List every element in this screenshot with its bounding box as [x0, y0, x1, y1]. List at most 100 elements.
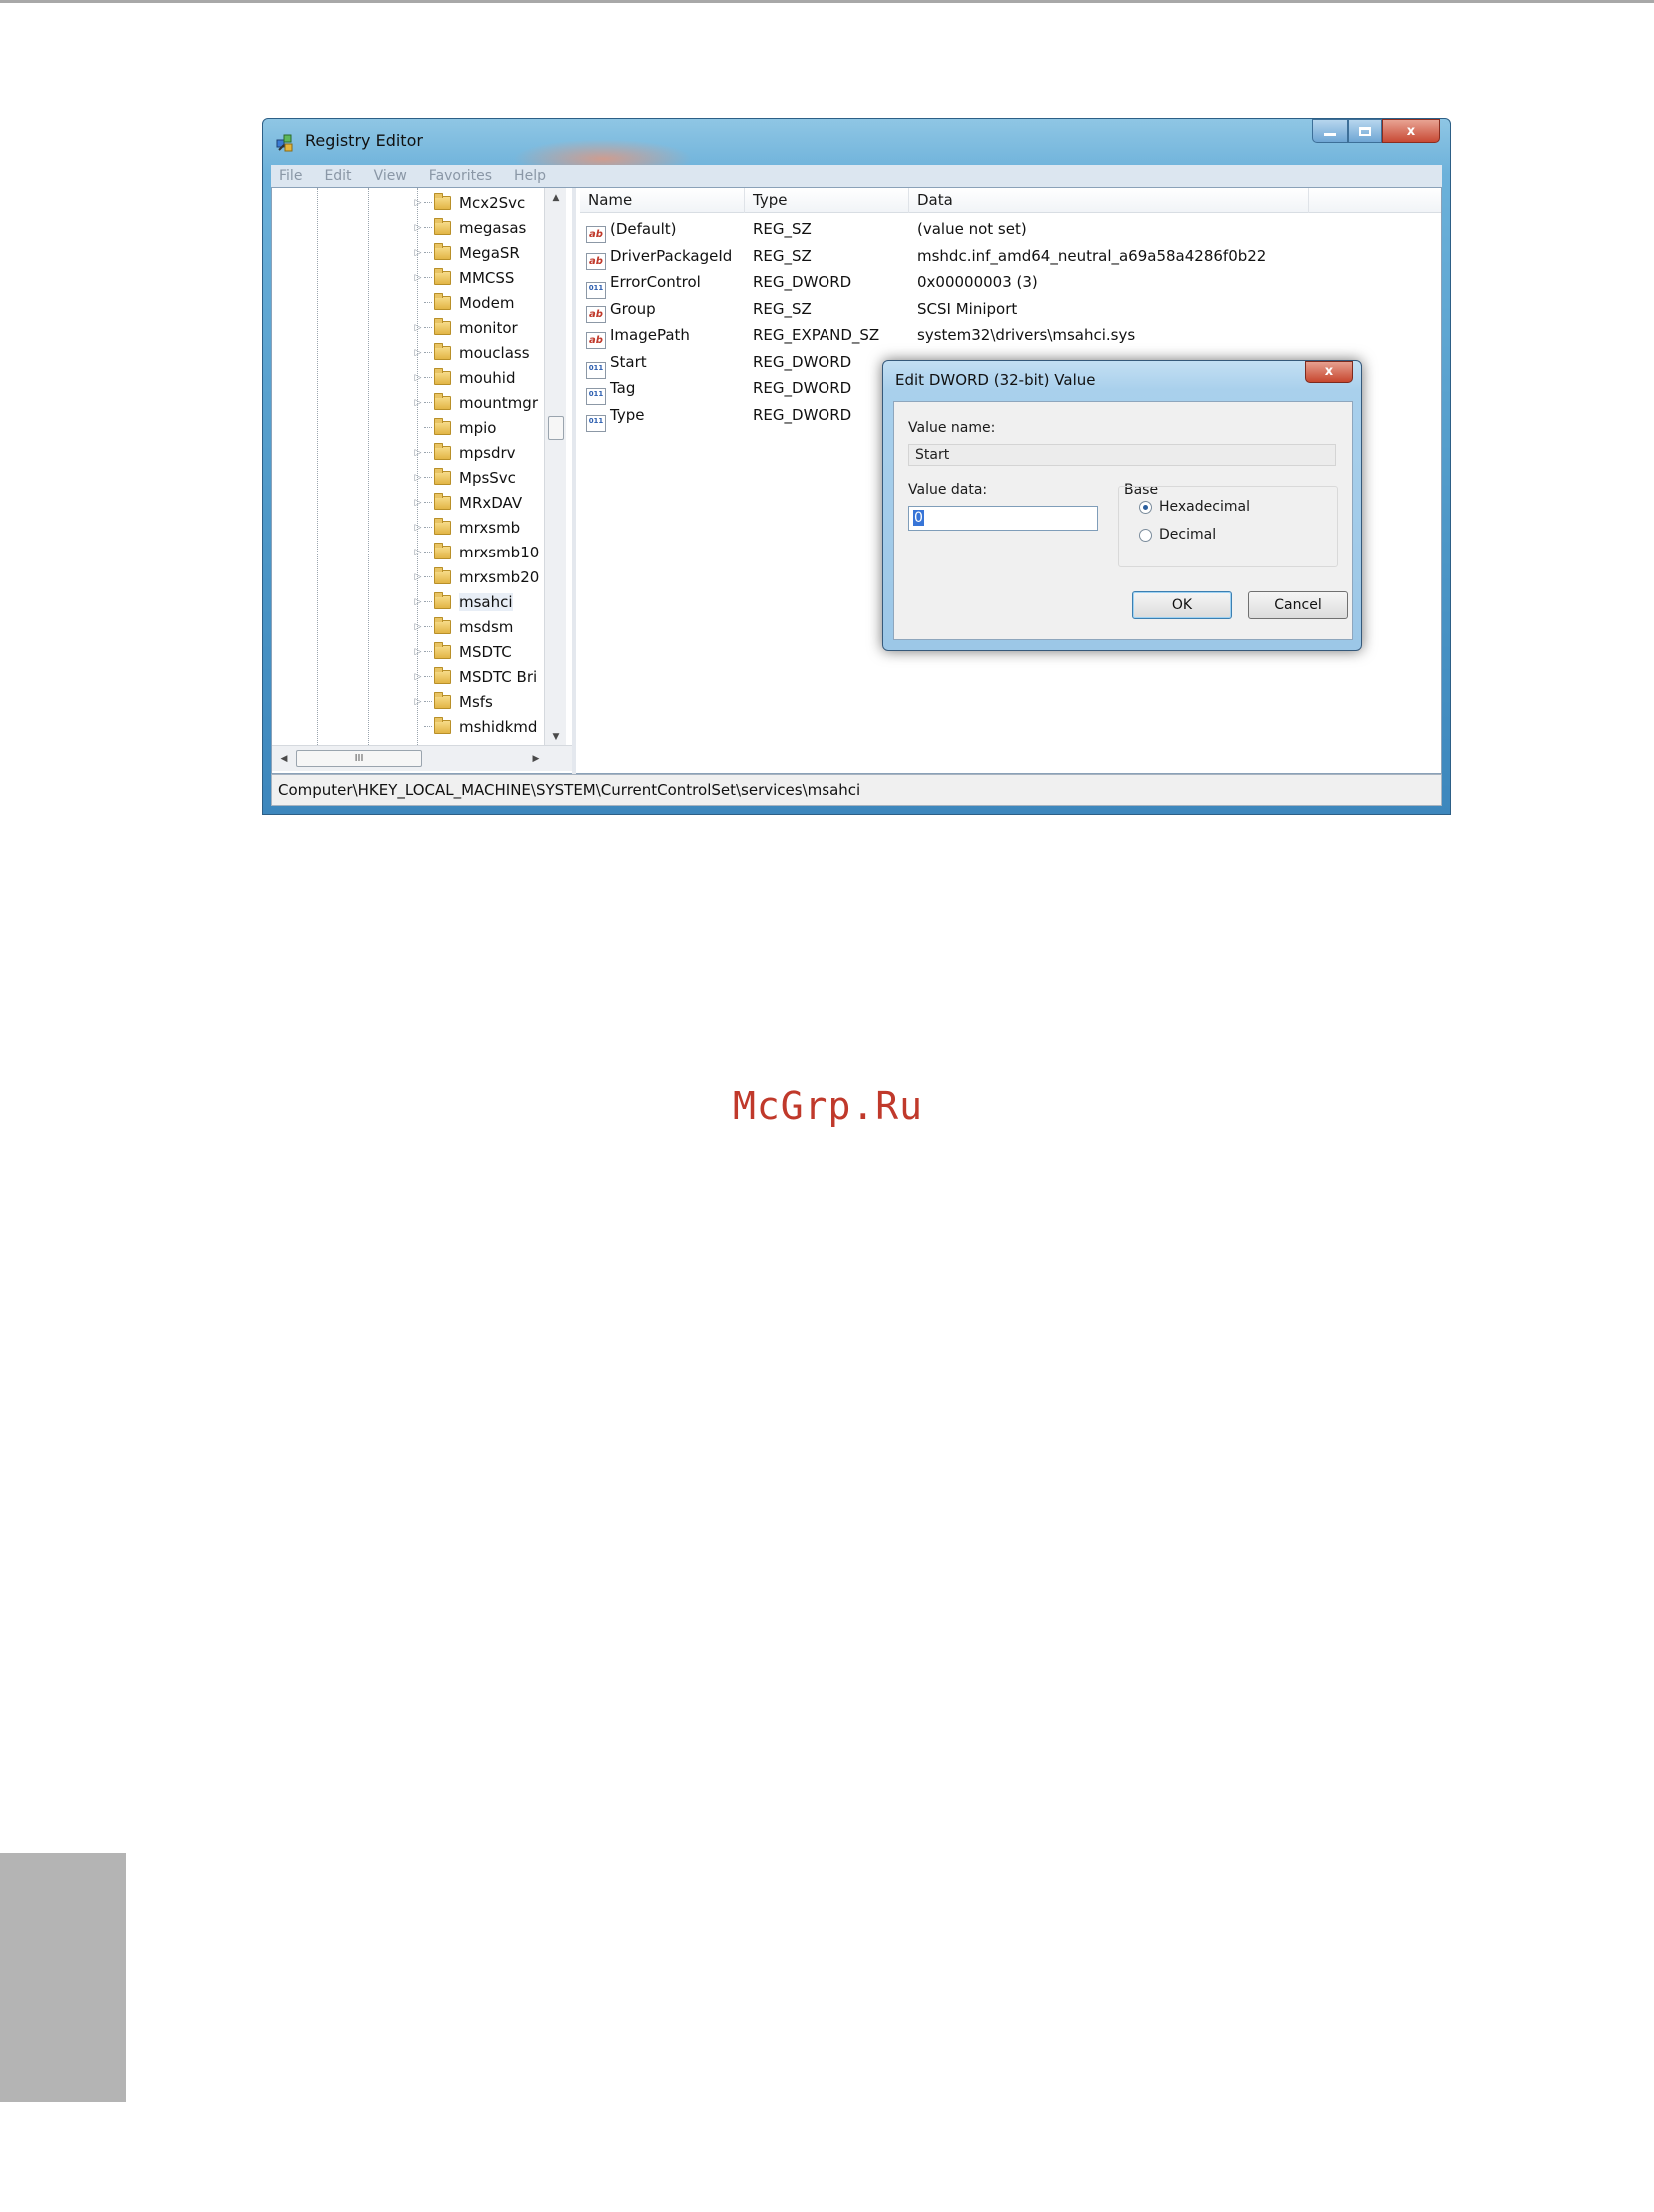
tree-item[interactable]: ▷ megasas: [412, 215, 564, 240]
expand-arrow-icon[interactable]: ▷: [412, 572, 424, 582]
tree-item-label: MegaSR: [459, 243, 520, 262]
menu-favorites[interactable]: Favorites: [429, 168, 492, 184]
tree-item[interactable]: mpio: [412, 415, 564, 440]
radio-hexadecimal[interactable]: Hexadecimal: [1139, 499, 1250, 515]
tree-item[interactable]: ▷ MSDTC: [412, 639, 564, 664]
expand-arrow-icon[interactable]: ▷: [412, 398, 424, 408]
tree-item-label: msahci: [459, 592, 513, 611]
expand-arrow-icon[interactable]: ▷: [412, 198, 424, 208]
folder-icon: [434, 192, 451, 210]
folder-icon: [434, 666, 451, 684]
tree-item[interactable]: ▷ monitor: [412, 315, 564, 340]
value-name: ImagePath: [610, 326, 690, 344]
tree-item-label: mshidkmd: [459, 717, 538, 736]
folder-icon: [434, 417, 451, 435]
expand-arrow-icon[interactable]: ▷: [412, 647, 424, 657]
value-row[interactable]: ab Group REG_SZ SCSI Miniport: [580, 296, 1441, 323]
scroll-left-icon[interactable]: ◀: [274, 746, 294, 772]
edit-dword-dialog: Edit DWORD (32-bit) Value x Value name: …: [882, 360, 1362, 651]
tree-item[interactable]: ▷ Msfs: [412, 689, 564, 714]
tree-item[interactable]: ▷ mrxsmb: [412, 515, 564, 540]
tree-item[interactable]: ▷ msdsm: [412, 614, 564, 639]
expand-arrow-icon[interactable]: ▷: [412, 448, 424, 458]
tree-item-label: Modem: [459, 293, 515, 312]
dialog-close-button[interactable]: x: [1305, 361, 1353, 383]
page-top-rule: [0, 0, 1654, 3]
close-button[interactable]: x: [1382, 119, 1440, 143]
value-row[interactable]: ab DriverPackageId REG_SZ mshdc.inf_amd64_n…: [580, 243, 1441, 270]
scroll-right-icon[interactable]: ▶: [526, 746, 546, 772]
maximize-button[interactable]: [1348, 119, 1382, 143]
expand-arrow-icon[interactable]: ▷: [412, 348, 424, 358]
expand-arrow-icon[interactable]: ▷: [412, 248, 424, 258]
folder-icon: [434, 342, 451, 360]
tree-item-label: mouhid: [459, 368, 516, 387]
expand-arrow-icon[interactable]: ▷: [412, 523, 424, 533]
tree-item[interactable]: ▷ mrxsmb20: [412, 564, 564, 589]
tree-item[interactable]: ▷ mountmgr: [412, 390, 564, 415]
tree-horizontal-scrollbar[interactable]: ◀ III ▶: [272, 745, 572, 771]
tree-item-label: MSDTC Bri: [459, 667, 538, 686]
radio-unselected-icon: [1139, 528, 1152, 542]
tree-connector: [424, 327, 432, 328]
menu-view[interactable]: View: [374, 168, 407, 184]
value-row[interactable]: 011 ErrorControl REG_DWORD 0x00000003 (3): [580, 269, 1441, 299]
tree-connector: [424, 252, 432, 253]
tree-item[interactable]: ▷ MRxDAV: [412, 490, 564, 515]
value-type: REG_EXPAND_SZ: [753, 326, 880, 344]
tree-item[interactable]: ▷ MSDTC Bri: [412, 664, 564, 689]
tree-item[interactable]: ▷ MMCSS: [412, 265, 564, 290]
tree-item[interactable]: ▷ mpsdrv: [412, 440, 564, 465]
tree-item[interactable]: ▷ MegaSR: [412, 240, 564, 265]
caption-buttons: x: [1312, 119, 1440, 143]
expand-arrow-icon[interactable]: ▷: [412, 373, 424, 383]
expand-arrow-icon[interactable]: ▷: [412, 223, 424, 233]
column-header-data[interactable]: Data: [909, 188, 1309, 213]
value-data: 0x00000003 (3): [917, 273, 1038, 291]
tree-item[interactable]: Modem: [412, 290, 564, 315]
tree-item-label: mpio: [459, 418, 497, 437]
expand-arrow-icon[interactable]: ▷: [412, 672, 424, 682]
tree-item[interactable]: ▷ mrxsmb10: [412, 540, 564, 564]
registry-editor-icon: [276, 134, 293, 152]
column-header-name[interactable]: Name: [580, 188, 745, 213]
tree-item[interactable]: ▷ mouhid: [412, 365, 564, 390]
tree-item-label: mrxsmb10: [459, 543, 540, 561]
status-bar-path: Computer\HKEY_LOCAL_MACHINE\SYSTEM\Curre…: [271, 774, 1442, 806]
scroll-thumb[interactable]: III: [296, 750, 422, 767]
tree-item[interactable]: ▷ msahci: [412, 589, 564, 614]
string-value-icon: ab: [586, 252, 606, 270]
expand-arrow-icon[interactable]: ▷: [412, 548, 424, 557]
expand-arrow-icon[interactable]: ▷: [412, 597, 424, 607]
minimize-button[interactable]: [1312, 119, 1348, 143]
tree-guide-line: [317, 188, 318, 747]
value-row[interactable]: ab (Default) REG_SZ (value not set): [580, 216, 1441, 243]
menu-file[interactable]: File: [279, 168, 302, 184]
string-value-icon: ab: [586, 305, 606, 323]
menu-help[interactable]: Help: [514, 168, 546, 184]
column-header-type[interactable]: Type: [745, 188, 909, 213]
value-data-label: Value data:: [908, 482, 988, 498]
menu-edit[interactable]: Edit: [324, 168, 351, 184]
expand-arrow-icon[interactable]: ▷: [412, 473, 424, 483]
value-name: Group: [610, 299, 656, 318]
value-row[interactable]: ab ImagePath REG_EXPAND_SZ system32\drivers…: [580, 322, 1441, 349]
expand-arrow-icon[interactable]: ▷: [412, 697, 424, 707]
expand-arrow-icon[interactable]: ▷: [412, 498, 424, 508]
tree-item[interactable]: ▷ MpsSvc: [412, 465, 564, 490]
value-data-input[interactable]: 0: [908, 506, 1098, 531]
radio-decimal[interactable]: Decimal: [1139, 527, 1216, 543]
expand-arrow-icon[interactable]: ▷: [412, 273, 424, 283]
expand-arrow-icon[interactable]: ▷: [412, 323, 424, 333]
cancel-button[interactable]: Cancel: [1248, 591, 1348, 619]
radio-decimal-label: Decimal: [1159, 527, 1217, 543]
title-bar[interactable]: Registry Editor x: [263, 119, 1450, 165]
tree-item[interactable]: mshidkmd: [412, 714, 564, 739]
folder-icon: [434, 392, 451, 410]
ok-button[interactable]: OK: [1132, 591, 1232, 619]
tree-item[interactable]: ▷ Mcx2Svc: [412, 190, 564, 215]
expand-arrow-icon[interactable]: ▷: [412, 622, 424, 632]
folder-icon: [434, 492, 451, 510]
tree-connector: [424, 202, 432, 203]
tree-item[interactable]: ▷ mouclass: [412, 340, 564, 365]
